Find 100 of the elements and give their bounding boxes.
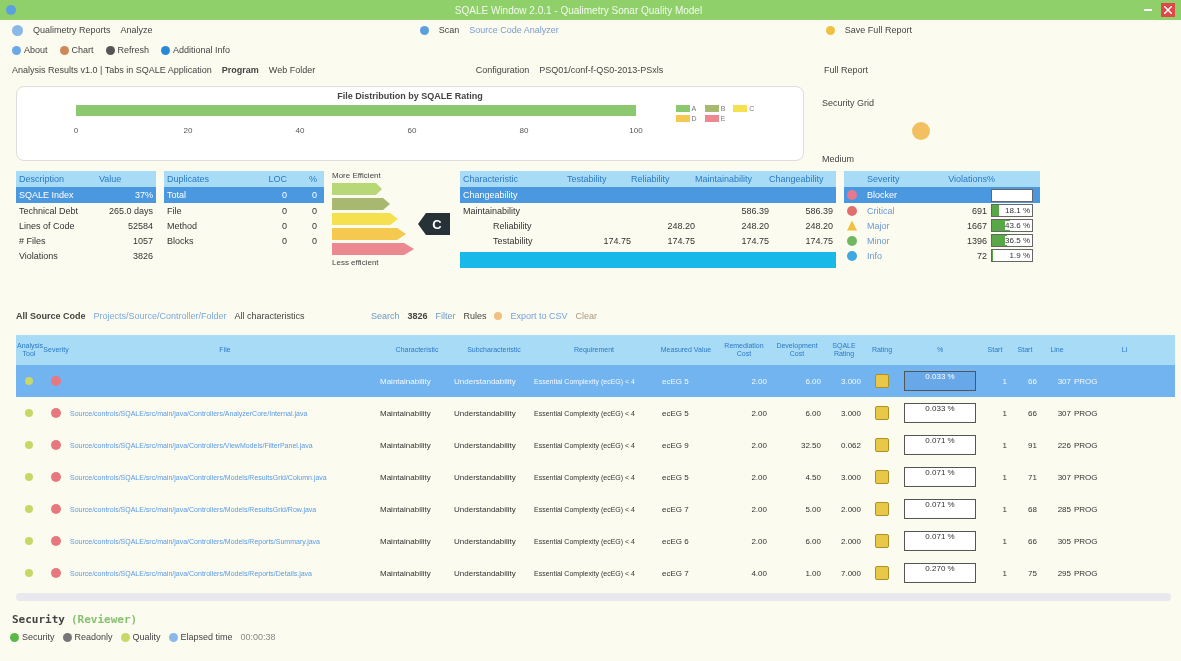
table-cell-text: 174.75 bbox=[602, 235, 631, 246]
mode-menu[interactable]: Analyze bbox=[120, 25, 153, 35]
table-cell-text: Maintainability bbox=[380, 504, 432, 514]
tick-label: 80 bbox=[519, 126, 529, 135]
table-cell-text: 1 bbox=[1001, 568, 1008, 578]
report-menu[interactable]: Qualimetry Reports bbox=[33, 25, 111, 35]
status-item: Security bbox=[22, 632, 55, 642]
severity-link[interactable]: Major bbox=[867, 220, 937, 231]
table-cell-text: 66 bbox=[1027, 408, 1038, 418]
toolbar-button[interactable]: Additional Info bbox=[161, 45, 231, 55]
minimize-icon[interactable] bbox=[1144, 9, 1152, 11]
column-header: Severity bbox=[867, 174, 901, 184]
table-cell-text: 248.20 bbox=[666, 220, 695, 231]
table-cell-text: 2.00 bbox=[750, 376, 768, 386]
config-value: PSQ01/conf-f-QS0-2013-PSxls bbox=[539, 65, 664, 75]
table-cell-text: 2.000 bbox=[839, 536, 862, 546]
table-cell-text: 307 bbox=[1056, 376, 1072, 386]
table-cell-text: Understandability bbox=[454, 472, 517, 482]
severity-link[interactable]: Info bbox=[867, 250, 937, 261]
result-count: 3826 bbox=[407, 311, 428, 321]
toolbar-button[interactable]: Refresh bbox=[105, 45, 150, 55]
table-cell-text: 2.00 bbox=[750, 408, 768, 418]
table-cell-text: 6.00 bbox=[804, 408, 822, 418]
security-grid-title: Security Grid bbox=[822, 98, 875, 108]
column-header: Characteristic bbox=[463, 174, 519, 184]
clear-button[interactable]: Clear bbox=[575, 311, 597, 321]
selected-row[interactable]: Blocker bbox=[844, 187, 1040, 203]
percent-cell: 0.033 % bbox=[904, 403, 976, 423]
table-cell-text: 3.000 bbox=[839, 376, 862, 386]
table-cell-text: 2.00 bbox=[750, 504, 768, 514]
rules-label: Rules bbox=[463, 311, 487, 321]
app-icon bbox=[6, 5, 16, 15]
table-cell-text: Maintainability bbox=[380, 376, 432, 386]
rating-icon bbox=[875, 374, 889, 388]
legend-swatch bbox=[704, 105, 719, 112]
table-cell-text: 1 bbox=[1001, 376, 1008, 386]
tick-label: 40 bbox=[295, 126, 305, 135]
table-cell-text: 3.000 bbox=[839, 472, 862, 482]
table-cell-text: PROG bbox=[1074, 408, 1099, 418]
selected-row[interactable]: Changeability bbox=[460, 187, 836, 203]
table-cell-text: ecEG 5 bbox=[661, 472, 690, 482]
table-cell-text: 6.00 bbox=[804, 376, 822, 386]
table-cell-text: 285 bbox=[1056, 504, 1072, 514]
table-cell-text: Method bbox=[167, 220, 199, 231]
source-link[interactable]: Projects/Source/Controller/Folder bbox=[93, 311, 227, 321]
table-cell-text: PROG bbox=[1074, 472, 1099, 482]
column-header: % bbox=[308, 174, 317, 184]
table-cell-text: ecEG 7 bbox=[661, 504, 690, 514]
tick-label: 60 bbox=[407, 126, 417, 135]
search-link[interactable]: Search bbox=[370, 311, 400, 321]
percent-bar: 1.9 % bbox=[991, 249, 1033, 262]
filter-link[interactable]: Filter bbox=[435, 311, 456, 321]
status-item: Elapsed time bbox=[180, 632, 233, 642]
export-link[interactable]: Export to CSV bbox=[510, 311, 568, 321]
table-cell-text: 6.00 bbox=[804, 536, 822, 546]
table-cell-text: 1 bbox=[1001, 472, 1008, 482]
toolbar-button[interactable]: About bbox=[12, 45, 48, 55]
table-cell-text: 2.000 bbox=[839, 504, 862, 514]
severity-link[interactable]: Critical bbox=[867, 205, 937, 216]
table-cell-text: 1667 bbox=[965, 220, 987, 231]
table-cell-text: 586.39 bbox=[740, 205, 769, 216]
table-cell-text: 174.75 bbox=[666, 235, 695, 246]
table-cell-text: 3826 bbox=[131, 250, 153, 261]
percent-cell: 0.071 % bbox=[904, 499, 976, 519]
table-cell-text: ecEG 5 bbox=[661, 408, 690, 418]
table-cell-text: Understandability bbox=[454, 504, 517, 514]
selected-row[interactable]: SQALE Index 37% bbox=[16, 187, 156, 203]
rating-badge: C bbox=[418, 213, 450, 235]
rating-icon bbox=[875, 470, 889, 484]
table-cell-text: PROG bbox=[1074, 440, 1099, 450]
table-cell-text: 0 bbox=[281, 235, 287, 246]
percent-cell: 0.071 % bbox=[904, 531, 976, 551]
characteristic-filter[interactable]: All characteristics bbox=[234, 311, 305, 321]
close-button[interactable] bbox=[1161, 3, 1175, 17]
config-label: Configuration bbox=[475, 65, 530, 75]
column-header: Description bbox=[19, 174, 66, 184]
status-item: Quality bbox=[132, 632, 161, 642]
toolbar-button[interactable]: Chart bbox=[59, 45, 94, 55]
results-label: Analysis Results v1.0 | Tabs in SQALE Application bbox=[12, 65, 212, 75]
tick-label: 100 bbox=[628, 126, 643, 135]
table-cell-text: 1057 bbox=[131, 235, 153, 246]
table-cell-text: 248.20 bbox=[804, 220, 833, 231]
severity-link[interactable]: Minor bbox=[867, 235, 937, 246]
detail-title: Security bbox=[12, 613, 65, 626]
table-cell-text: 295 bbox=[1056, 568, 1072, 578]
table-cell-text: 72 bbox=[976, 250, 987, 261]
table-cell-text: Violations bbox=[19, 250, 59, 261]
table-cell-text: Technical Debt bbox=[19, 205, 80, 216]
table-cell-text: 52584 bbox=[126, 220, 153, 231]
detail-role: (Reviewer) bbox=[71, 613, 138, 626]
selected-row[interactable]: Total 0 0 bbox=[164, 187, 324, 203]
percent-cell: 0.071 % bbox=[904, 467, 976, 487]
save-report-button[interactable]: Save Full Report bbox=[844, 25, 912, 35]
severity-link[interactable]: Blocker bbox=[867, 190, 937, 200]
table-cell-text: 174.75 bbox=[740, 235, 769, 246]
full-report-label[interactable]: Full Report bbox=[823, 65, 868, 75]
percent-cell: 0.033 % bbox=[904, 371, 976, 391]
table-cell-text: 265.0 days bbox=[107, 205, 153, 216]
table-cell-text: PROG bbox=[1074, 504, 1099, 514]
scan-target[interactable]: Source Code Analyzer bbox=[469, 25, 559, 35]
